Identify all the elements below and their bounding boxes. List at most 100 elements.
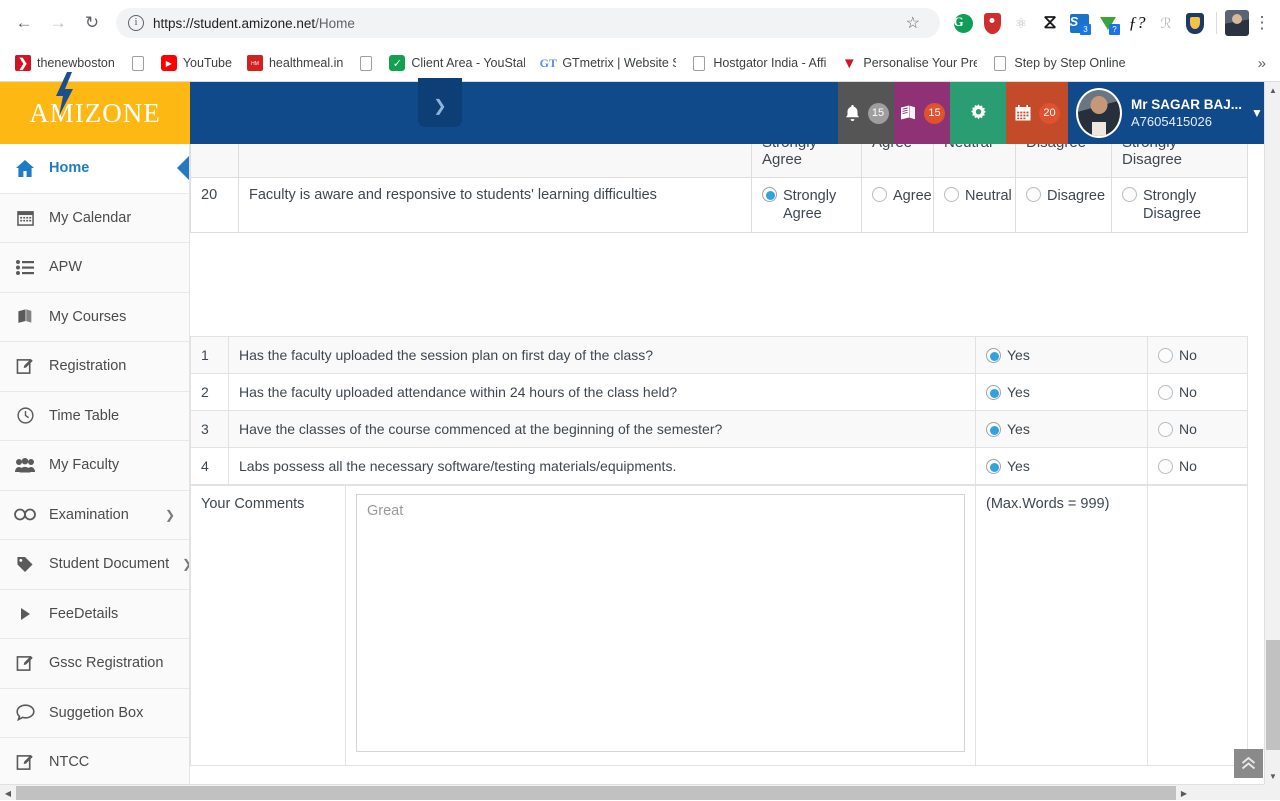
bookmark-item[interactable]: ▶YouTube <box>154 52 239 74</box>
address-bar[interactable]: i https://student.amizone.net/Home ☆ <box>116 8 940 38</box>
horizontal-scrollbar-thumb[interactable] <box>16 786 1176 800</box>
font-finder-extension[interactable]: ƒ? <box>1124 10 1150 36</box>
bookmark-item[interactable] <box>123 52 153 74</box>
radio-no[interactable] <box>1158 348 1173 363</box>
radio-no[interactable] <box>1158 385 1173 400</box>
likert-option-disagree[interactable]: Disagree <box>1016 178 1112 233</box>
sidebar-item-label: Registration <box>49 358 126 374</box>
radio-agree[interactable] <box>872 187 887 202</box>
caret-down-icon[interactable]: ▼ <box>1251 106 1263 120</box>
yesno-option-no[interactable]: No <box>1148 411 1248 448</box>
comments-textarea[interactable] <box>356 494 965 752</box>
notifications-tile[interactable]: 15 <box>838 82 894 144</box>
scribd-extension[interactable]: S3 <box>1066 10 1092 36</box>
star-icon[interactable]: ☆ <box>898 13 928 33</box>
university-shield-extension[interactable] <box>1182 10 1208 36</box>
sidebar-item-time-table[interactable]: Time Table <box>0 392 189 442</box>
check-icon: ✓ <box>389 55 405 71</box>
vertical-scrollbar-thumb[interactable] <box>1266 640 1280 750</box>
back-arrow-icon[interactable]: ← <box>8 7 40 39</box>
scroll-to-top-button[interactable] <box>1234 749 1263 778</box>
bookmark-item[interactable]: GTGTmetrix | Website Sp <box>533 52 683 74</box>
likert-header-disagree: Disagree <box>1016 144 1112 178</box>
sidebar-item-examination[interactable]: Examination ❯ <box>0 491 189 541</box>
radio-no[interactable] <box>1158 422 1173 437</box>
browser-profile-avatar[interactable] <box>1225 10 1249 36</box>
sidebar-item-gssc-registration[interactable]: Gssc Registration <box>0 639 189 689</box>
bookmark-label: Step by Step Online <box>1014 56 1125 70</box>
yesno-option-no[interactable]: No <box>1148 337 1248 374</box>
radio-disagree[interactable] <box>1026 187 1041 202</box>
yesno-option-no[interactable]: No <box>1148 448 1248 485</box>
amizone-app: AMIZONE ❯ 15 15 <box>0 82 1280 800</box>
yesno-option-no[interactable]: No <box>1148 374 1248 411</box>
adblock-shield-extension[interactable] <box>979 10 1005 36</box>
react-devtools-extension[interactable]: ⚛ <box>1008 10 1034 36</box>
spiral-extension[interactable]: ⧖ <box>1037 10 1063 36</box>
caret-down-icon[interactable]: ▼ <box>1265 768 1280 784</box>
sidebar-item-feedetails[interactable]: FeeDetails <box>0 590 189 640</box>
radio-strongly-disagree[interactable] <box>1122 187 1137 202</box>
profile-menu[interactable]: Mr SAGAR BAJ... A7605415026 ▼ <box>1068 82 1264 144</box>
site-info-icon[interactable]: i <box>128 15 144 31</box>
sidebar-item-registration[interactable]: Registration <box>0 342 189 392</box>
grammarly-extension[interactable]: G <box>950 10 976 36</box>
sidebar-item-suggetion-box[interactable]: Suggetion Box <box>0 689 189 739</box>
radio-no[interactable] <box>1158 459 1173 474</box>
bookmark-item[interactable] <box>351 52 381 74</box>
caret-up-icon[interactable]: ▲ <box>1265 82 1280 98</box>
option-label: No <box>1179 384 1197 400</box>
yesno-option-yes[interactable]: Yes <box>976 374 1148 411</box>
radio-neutral[interactable] <box>944 187 959 202</box>
likert-option-neutral[interactable]: Neutral <box>934 178 1016 233</box>
radio-yes[interactable] <box>986 459 1001 474</box>
download-manager-extension[interactable]: ? <box>1095 10 1121 36</box>
radio-yes[interactable] <box>986 348 1001 363</box>
sidebar-item-label: FeeDetails <box>49 606 118 622</box>
caret-right-icon[interactable]: ▶ <box>1176 785 1192 801</box>
sidebar-item-my-courses[interactable]: My Courses <box>0 293 189 343</box>
bookmark-item[interactable]: ▼Personalise Your Prem <box>834 52 984 74</box>
sidebar-item-student-document[interactable]: Student Document ❯ <box>0 540 189 590</box>
yesno-option-yes[interactable]: Yes <box>976 448 1148 485</box>
max-words-note: (Max.Words = 999) <box>976 486 1148 766</box>
page-icon <box>691 55 707 71</box>
sidebar-item-home[interactable]: Home <box>0 144 189 194</box>
sidebar-item-my-faculty[interactable]: My Faculty <box>0 441 189 491</box>
bookmarks-overflow-icon[interactable]: » <box>1258 55 1272 72</box>
calendar-tile[interactable]: 20 <box>1006 82 1068 144</box>
brand-logo[interactable]: AMIZONE <box>0 82 190 144</box>
bookmark-item[interactable]: HMhealthmeal.in <box>240 52 350 74</box>
bookmark-item[interactable]: Step by Step Online <box>985 52 1132 74</box>
likert-option-strongly-agree[interactable]: Strongly Agree <box>752 178 862 233</box>
likert-option-agree[interactable]: Agree <box>862 178 934 233</box>
bookmark-item[interactable]: ✓Client Area - YouStab <box>382 52 532 74</box>
sidebar-item-my-calendar[interactable]: My Calendar <box>0 194 189 244</box>
sidebar-item-apw[interactable]: APW <box>0 243 189 293</box>
chevron-down-icon[interactable]: ❯ <box>182 557 190 571</box>
chevron-down-icon[interactable]: ❯ <box>165 508 175 522</box>
forward-arrow-icon[interactable]: → <box>42 7 74 39</box>
radio-strongly-agree[interactable] <box>762 187 777 202</box>
caret-left-icon[interactable]: ◀ <box>0 785 16 801</box>
navbar-collapse-toggle[interactable]: ❯ <box>418 78 462 127</box>
kebab-menu-icon[interactable]: ⋮ <box>1252 16 1272 30</box>
likert-option-strongly-disagree[interactable]: Strongly Disagree <box>1112 178 1248 233</box>
table-row: 20 Faculty is aware and responsive to st… <box>191 178 1248 233</box>
courses-tile[interactable]: 15 <box>894 82 950 144</box>
bookmark-item[interactable]: Hostgator India - Affi <box>684 52 833 74</box>
option-label: No <box>1179 458 1197 474</box>
horizontal-scrollbar[interactable]: ◀ ▶ <box>0 784 1280 800</box>
calendar-count: 20 <box>1039 103 1060 124</box>
bookmark-item[interactable]: ❯thenewboston <box>8 52 122 74</box>
vertical-scrollbar[interactable]: ▲ ▼ <box>1264 82 1280 784</box>
radio-yes[interactable] <box>986 385 1001 400</box>
sidebar-item-ntcc[interactable]: NTCC <box>0 738 189 788</box>
settings-tile[interactable] <box>950 82 1006 144</box>
active-pointer-icon <box>177 155 190 181</box>
yesno-option-yes[interactable]: Yes <box>976 411 1148 448</box>
reload-icon[interactable]: ↻ <box>76 7 108 39</box>
grammar-r-extension[interactable]: ℛ <box>1153 10 1179 36</box>
yesno-option-yes[interactable]: Yes <box>976 337 1148 374</box>
radio-yes[interactable] <box>986 422 1001 437</box>
